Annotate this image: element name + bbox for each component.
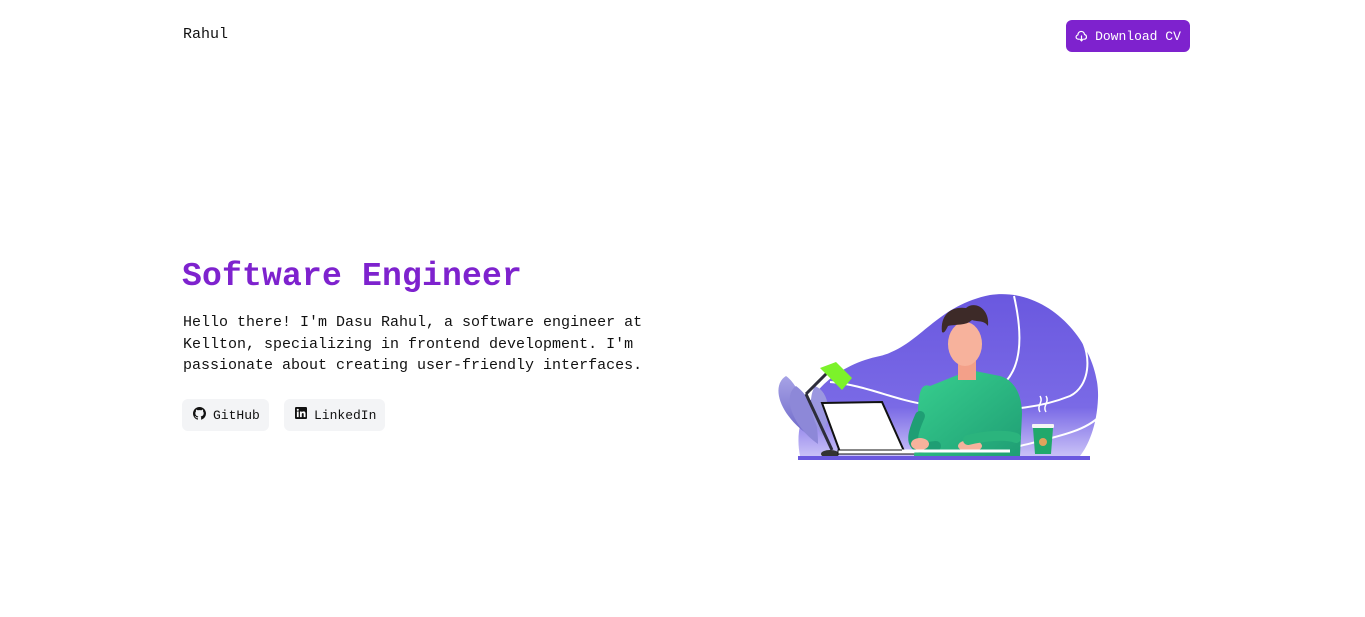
hero-title: Software Engineer bbox=[182, 258, 523, 295]
linkedin-link-button[interactable]: LinkedIn bbox=[284, 399, 385, 431]
github-link-label: GitHub bbox=[213, 407, 260, 423]
github-icon bbox=[193, 406, 206, 424]
desk-surface-shape bbox=[798, 456, 1090, 460]
developer-illustration bbox=[778, 294, 1101, 460]
linkedin-icon bbox=[295, 407, 307, 423]
hero-intro-text: Hello there! I'm Dasu Rahul, a software … bbox=[183, 314, 643, 374]
download-cv-label: Download CV bbox=[1095, 28, 1181, 44]
github-link-button[interactable]: GitHub bbox=[182, 399, 269, 431]
cloud-download-icon bbox=[1075, 30, 1088, 43]
brand-logo-text[interactable]: Rahul bbox=[183, 26, 228, 43]
download-cv-button[interactable]: Download CV bbox=[1066, 20, 1190, 52]
linkedin-link-label: LinkedIn bbox=[314, 407, 377, 423]
